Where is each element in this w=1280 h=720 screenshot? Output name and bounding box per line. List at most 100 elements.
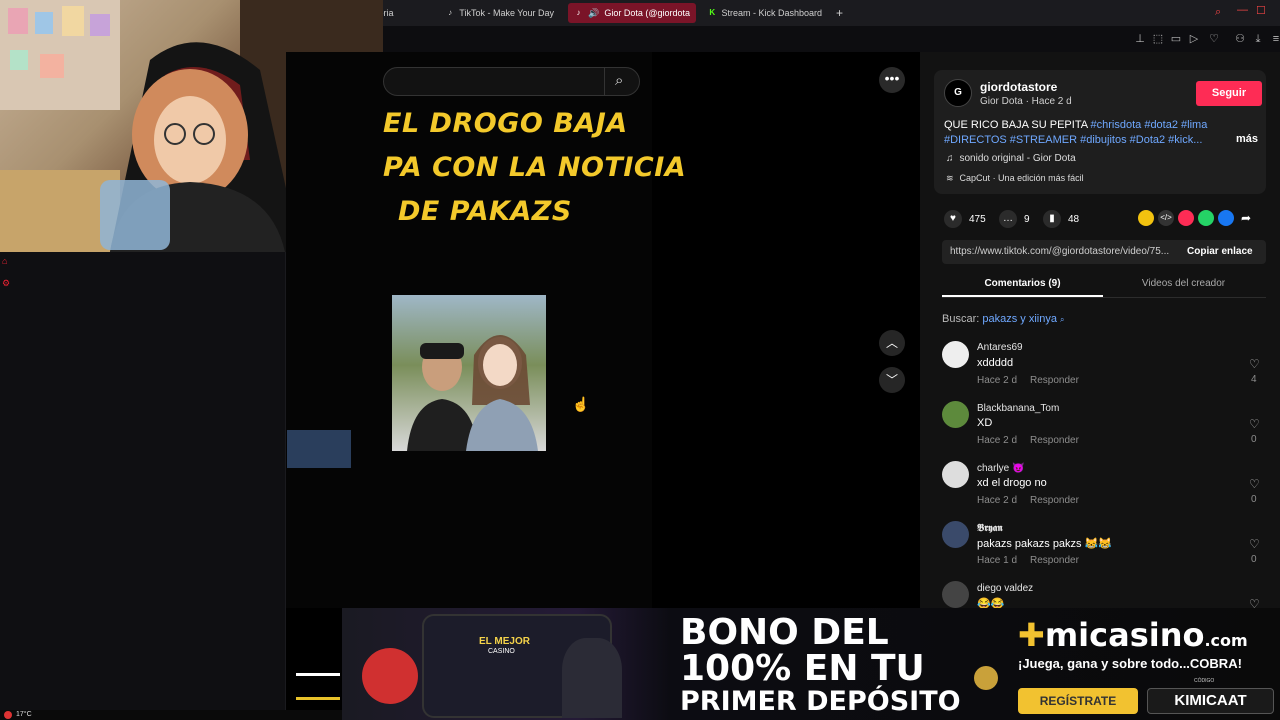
comment-time: Hace 2 d bbox=[977, 375, 1018, 386]
comment-time: Hace 1 d bbox=[977, 555, 1018, 566]
heart-icon[interactable]: ♡ bbox=[1249, 537, 1260, 551]
heart-icon[interactable]: ♡ bbox=[1249, 477, 1260, 491]
meme-text-line: DE PAKAZS bbox=[398, 196, 572, 227]
ad-brand: ✚micasino.com bbox=[1018, 616, 1248, 654]
comment-like-count: 0 bbox=[1251, 434, 1257, 445]
browser-tab-active[interactable]: ♪ 🔊 Gior Dota (@giordota bbox=[568, 3, 696, 23]
tab-label: Gior Dota (@giordota bbox=[604, 8, 690, 18]
new-tab-button[interactable]: + bbox=[830, 3, 846, 23]
tab-comments[interactable]: Comentarios (9) bbox=[942, 278, 1103, 289]
previous-video-button[interactable]: ︿ bbox=[879, 330, 905, 356]
facebook-icon[interactable] bbox=[1218, 210, 1234, 226]
capcut-link[interactable]: ≋ CapCut · Una edición más fácil bbox=[946, 173, 1084, 184]
save-button[interactable]: ▮ 48 bbox=[1043, 210, 1079, 228]
water-bottle bbox=[100, 180, 170, 250]
profile-icon[interactable]: ⚇ bbox=[1233, 32, 1247, 46]
promo-code: KIMICAAT bbox=[1147, 688, 1274, 714]
sound-label: sonido original - Gior Dota bbox=[959, 153, 1076, 164]
cast-icon[interactable]: ▭ bbox=[1169, 32, 1183, 46]
ad-headline-line: 100% EN TU bbox=[680, 648, 925, 689]
taskbar: 17°C bbox=[0, 710, 342, 720]
search-icon[interactable]: ⌕ bbox=[615, 72, 623, 89]
pin-icon[interactable]: ⊥ bbox=[1133, 32, 1147, 46]
comment-count: 9 bbox=[1024, 213, 1030, 225]
next-video-button[interactable]: ﹀ bbox=[879, 367, 905, 393]
capcut-label: CapCut · Una edición más fácil bbox=[959, 173, 1084, 183]
follow-button[interactable]: Seguir bbox=[1196, 81, 1262, 106]
commenter-name[interactable]: Blackbanana_Tom bbox=[977, 403, 1059, 414]
caption-hashtags[interactable]: #chrisdota #dota2 #lima bbox=[1091, 119, 1208, 131]
sound-link[interactable]: ♫ sonido original - Gior Dota bbox=[946, 153, 1076, 164]
tab-creator-videos[interactable]: Videos del creador bbox=[1103, 278, 1264, 289]
reply-button[interactable]: Responder bbox=[1030, 435, 1079, 446]
share-arrow-icon[interactable]: ➦ bbox=[1238, 210, 1254, 226]
ad-headline-line: BONO DEL bbox=[680, 612, 889, 653]
search-input[interactable]: ⌕ bbox=[383, 67, 640, 96]
share-row: </> ➦ bbox=[1138, 210, 1254, 226]
heart-icon[interactable]: ♡ bbox=[1249, 417, 1260, 431]
meme-text-line: EL DROGO BAJA bbox=[383, 108, 628, 139]
tiktok-icon: ♪ bbox=[576, 8, 581, 17]
search-term[interactable]: pakazs y xiinya bbox=[982, 313, 1057, 325]
search-suggestion[interactable]: Buscar: pakazs y xiinya ⌕ bbox=[942, 313, 1065, 325]
reply-button[interactable]: Responder bbox=[1030, 375, 1079, 386]
casino-ad-banner[interactable]: EL MEJOR CASINO BONO DEL 100% EN TU PRIM… bbox=[342, 608, 1280, 720]
post-url[interactable]: https://www.tiktok.com/@giordotastore/vi… bbox=[950, 246, 1176, 257]
coin-icon bbox=[974, 666, 998, 690]
face bbox=[154, 96, 226, 184]
whatsapp-icon[interactable] bbox=[1198, 210, 1214, 226]
commenter-avatar[interactable] bbox=[942, 581, 969, 608]
commenter-name[interactable]: charlye 😈 bbox=[977, 463, 1024, 474]
heart-icon[interactable]: ♡ bbox=[1249, 357, 1260, 371]
copy-link-button[interactable]: Copiar enlace bbox=[1187, 246, 1253, 257]
commenter-name[interactable]: 𝕭𝖗𝖞𝖆𝖓 bbox=[977, 523, 1003, 534]
video-thumbnail bbox=[287, 430, 351, 468]
creator-subline: Gior Dota · Hace 2 d bbox=[980, 96, 1072, 107]
phone-title: EL MEJOR bbox=[479, 636, 530, 647]
tab-divider bbox=[942, 297, 1266, 298]
browser-tab[interactable]: K Stream - Kick Dashboard bbox=[702, 3, 828, 23]
ad-slogan: ¡Juega, gana y sobre todo...COBRA! bbox=[1018, 656, 1242, 671]
download-icon[interactable]: ⤓ bbox=[1251, 32, 1265, 46]
screenshot-icon[interactable]: ⬚ bbox=[1151, 32, 1165, 46]
code-label: CÓDIGO bbox=[1194, 678, 1215, 684]
tab-label: Stream - Kick Dashboard bbox=[721, 8, 822, 18]
home-icon[interactable]: ⌂ bbox=[2, 256, 7, 266]
browser-tab[interactable]: ♪ TikTok - Make Your Day bbox=[440, 3, 560, 23]
brand-logo-icon: ✚ bbox=[1018, 616, 1045, 654]
caption-hashtags[interactable]: #DIRECTOS #STREAMER #dibujitos #Dota2 #k… bbox=[944, 134, 1202, 146]
heart-icon[interactable]: ♡ bbox=[1207, 32, 1221, 46]
commenter-avatar[interactable] bbox=[942, 401, 969, 428]
creator-username[interactable]: giordotastore bbox=[980, 80, 1057, 94]
more-options-button[interactable]: ••• bbox=[879, 67, 905, 93]
search-icon[interactable]: ⌕ bbox=[1215, 6, 1221, 19]
coin-icon[interactable] bbox=[1138, 210, 1154, 226]
mouse-cursor-icon: ☝ bbox=[572, 396, 590, 412]
creator-avatar[interactable]: G bbox=[944, 79, 972, 107]
reply-button[interactable]: Responder bbox=[1030, 495, 1079, 506]
embed-icon[interactable]: </> bbox=[1158, 210, 1174, 226]
comment-text: xddddd bbox=[977, 357, 1014, 369]
search-icon: ⌕ bbox=[1060, 315, 1065, 324]
tab-label: TikTok - Make Your Day bbox=[459, 8, 554, 18]
gear-icon[interactable]: ⚙ bbox=[2, 278, 10, 289]
commenter-avatar[interactable] bbox=[942, 341, 969, 368]
reply-button[interactable]: Responder bbox=[1030, 555, 1079, 566]
register-button[interactable]: REGÍSTRATE bbox=[1018, 688, 1138, 714]
commenter-name[interactable]: Antares69 bbox=[977, 342, 1023, 353]
commenter-avatar[interactable] bbox=[942, 461, 969, 488]
menu-icon[interactable]: ≡ bbox=[1269, 32, 1280, 46]
speaker-icon: 🔊 bbox=[588, 7, 600, 18]
comment-button[interactable]: … 9 bbox=[999, 210, 1030, 228]
minimize-icon[interactable]: — bbox=[1237, 4, 1248, 16]
send-icon[interactable] bbox=[1178, 210, 1194, 226]
play-icon[interactable]: ▷ bbox=[1187, 32, 1201, 46]
comment-text: XD bbox=[977, 417, 993, 429]
commenter-name[interactable]: diego valdez bbox=[977, 583, 1033, 594]
like-button[interactable]: ♥ 475 bbox=[944, 210, 986, 228]
commenter-avatar[interactable] bbox=[942, 521, 969, 548]
more-caption-button[interactable]: más bbox=[1236, 133, 1258, 145]
music-note-icon: ♫ bbox=[946, 153, 954, 164]
maximize-icon[interactable]: ☐ bbox=[1256, 4, 1266, 17]
kick-icon: K bbox=[709, 8, 716, 17]
